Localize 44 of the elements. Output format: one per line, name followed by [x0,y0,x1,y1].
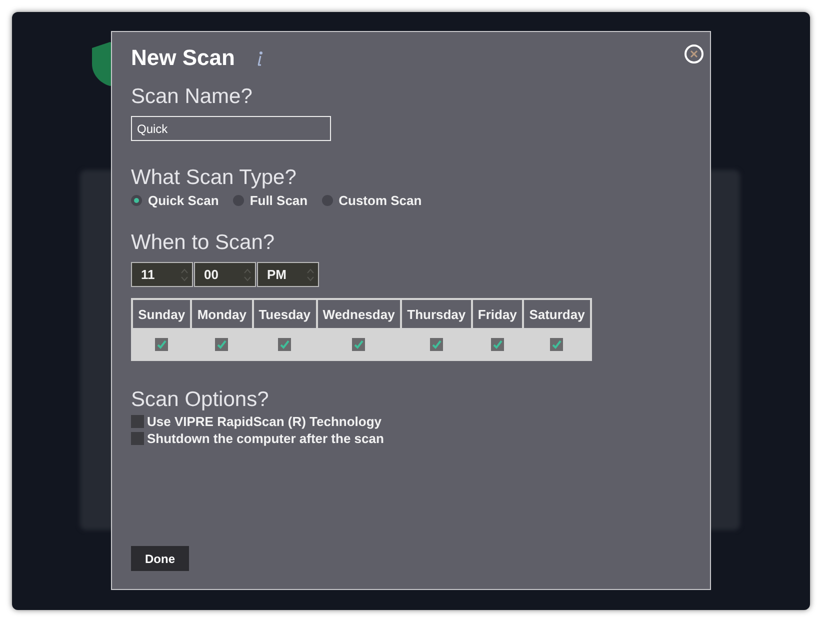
scan-name-field[interactable]: Quick [131,116,331,141]
time-value: 11 [141,267,155,282]
day-header: Friday [472,299,524,329]
option-checkbox[interactable] [131,432,144,445]
section-heading: Scan Options? [131,387,270,413]
day-header: Saturday [523,299,591,329]
option-label: Shutdown the computer after the scan [147,431,384,446]
close-button[interactable] [684,44,704,64]
radio-button[interactable] [322,195,333,206]
day-checkbox[interactable] [550,338,564,352]
option-label: Custom Scan [338,193,422,208]
option-checkbox[interactable] [131,415,144,428]
scan-type-option[interactable]: Quick Scan [131,193,219,208]
option-label: Use VIPRE RapidScan (R) Technology [147,414,382,429]
section-heading: What Scan Type? [131,165,298,191]
radio-button[interactable] [232,195,244,206]
day-checkbox[interactable] [490,338,504,352]
radio-button[interactable] [131,195,142,206]
done-button[interactable]: Done [131,546,189,571]
day-header: Wednesday [316,299,401,329]
time-spinner[interactable]: PM [257,262,319,287]
scan-type-option[interactable]: Full Scan [232,193,308,208]
day-checkbox[interactable] [278,338,292,352]
day-header: Sunday [132,299,192,329]
info-icon[interactable] [256,50,263,66]
option-label: Quick Scan [148,193,219,208]
dialog-title: New Scan [131,45,235,71]
shield-icon [90,40,111,88]
time-value: 00 [204,267,218,282]
time-value: PM [267,267,286,282]
day-checkbox[interactable] [155,338,168,352]
day-header: Thursday [400,299,472,329]
section-heading: Scan Name? [131,84,254,110]
day-header: Monday [191,299,253,329]
day-checkbox[interactable] [430,338,443,352]
option-label: Full Scan [250,193,308,208]
time-spinner[interactable]: 00 [194,262,256,287]
scan-type-option[interactable]: Custom Scan [322,193,422,208]
day-header: Tuesday [252,299,317,329]
day-checkbox[interactable] [215,338,228,352]
time-spinner[interactable]: 11 [131,262,193,287]
close-icon [684,44,704,64]
section-heading: When to Scan? [131,230,276,256]
day-checkbox[interactable] [352,338,366,352]
